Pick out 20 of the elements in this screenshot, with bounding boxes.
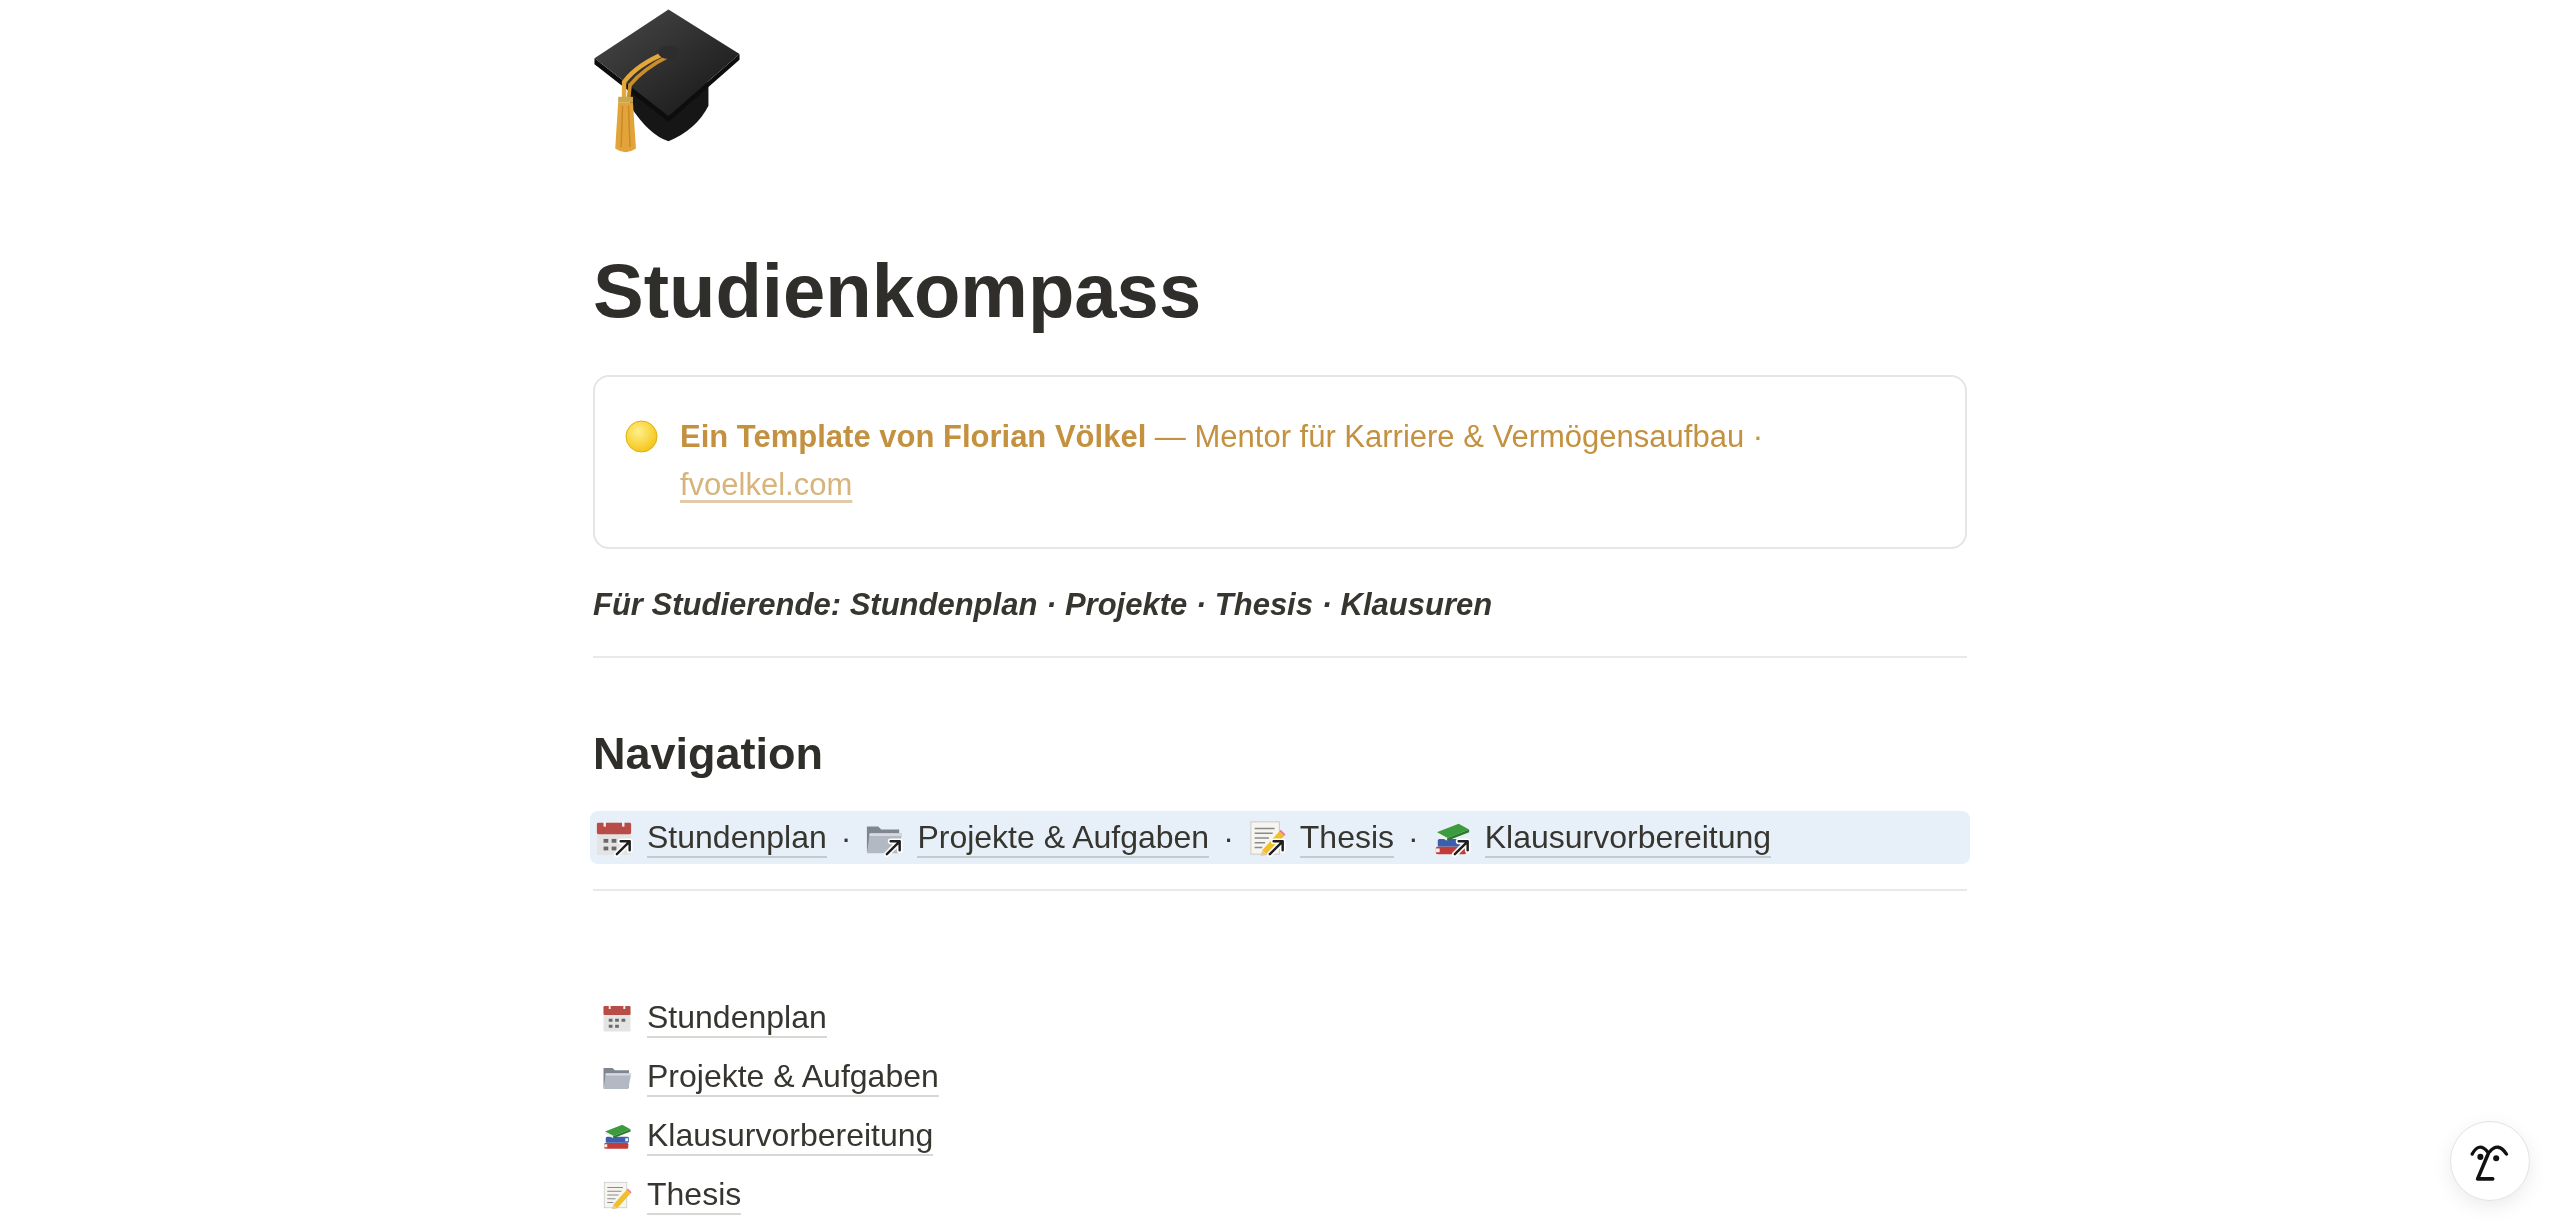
circle-icon	[625, 420, 658, 453]
page-link[interactable]: Projekte & Aufgaben	[865, 817, 1210, 858]
page-link[interactable]: Klausurvorbereitung	[1432, 817, 1772, 858]
subtitle-text: Für Studierende: Stundenplan · Projekte · Thesis · Klausuren	[593, 586, 1494, 624]
callout-text: Ein Template von Florian Völkel — Mentor für Karriere & Vermögensaufbau · fvoelkel.com	[680, 418, 1765, 504]
page-title: Studienkompass	[593, 247, 1203, 335]
page-link[interactable]: Thesis	[1247, 817, 1395, 858]
section-heading: Navigation	[593, 727, 825, 781]
calendar-arrow-icon	[595, 818, 633, 857]
page-link[interactable]: Thesis	[593, 1165, 742, 1224]
calendar-icon	[602, 1002, 632, 1033]
link-separator: ·	[839, 818, 853, 857]
page-link[interactable]: Klausurvorbereitung	[593, 1106, 934, 1165]
page-link[interactable]: Stundenplan	[595, 817, 827, 858]
page-link[interactable]: Projekte & Aufgaben	[593, 1047, 939, 1106]
notepad-pencil-arrow-icon	[1247, 818, 1286, 857]
page-link[interactable]: Stundenplan	[593, 988, 827, 1047]
link-separator: ·	[1407, 818, 1420, 857]
notepad-pencil-icon	[602, 1179, 632, 1210]
link-separator: ·	[1222, 818, 1235, 857]
